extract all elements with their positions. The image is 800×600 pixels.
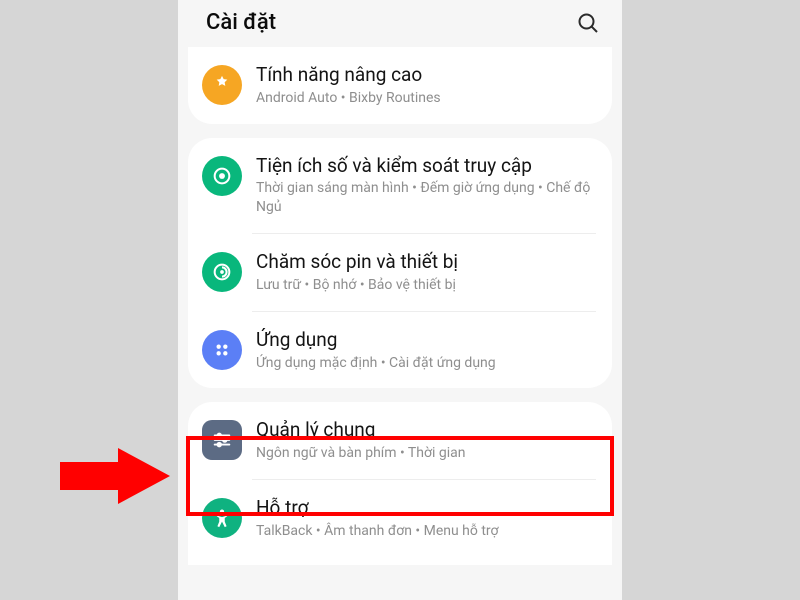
settings-group: Tính năng nâng cao Android Auto • Bixby … [188,47,612,124]
apps-icon [202,330,242,370]
row-subtitle: Lưu trữ • Bộ nhớ • Bảo vệ thiết bị [256,276,594,295]
row-advanced-features[interactable]: Tính năng nâng cao Android Auto • Bixby … [188,47,612,124]
page-title: Cài đặt [206,10,276,35]
settings-screen: Cài đặt Tính năng nâng cao Android Auto … [178,0,622,600]
row-subtitle: TalkBack • Âm thanh đơn • Menu hỗ trợ [256,522,594,541]
settings-group: Tiện ích số và kiểm soát truy cập Thời g… [188,138,612,389]
row-text: Quản lý chung Ngôn ngữ và bàn phím • Thờ… [256,418,594,463]
row-apps[interactable]: Ứng dụng Ứng dụng mặc định • Cài đặt ứng… [188,312,612,389]
row-subtitle: Android Auto • Bixby Routines [256,89,594,108]
wellbeing-icon [202,156,242,196]
row-title: Quản lý chung [256,418,594,442]
accessibility-icon [202,498,242,538]
row-title: Tính năng nâng cao [256,63,594,87]
row-device-care[interactable]: Chăm sóc pin và thiết bị Lưu trữ • Bộ nh… [188,234,612,311]
row-text: Ứng dụng Ứng dụng mặc định • Cài đặt ứng… [256,328,594,373]
settings-group: Quản lý chung Ngôn ngữ và bàn phím • Thờ… [188,402,612,564]
row-accessibility[interactable]: Hỗ trợ TalkBack • Âm thanh đơn • Menu hỗ… [188,480,612,557]
row-subtitle: Thời gian sáng màn hình • Đếm giờ ứng dụ… [256,179,594,217]
row-text: Tính năng nâng cao Android Auto • Bixby … [256,63,594,108]
row-text: Chăm sóc pin và thiết bị Lưu trữ • Bộ nh… [256,250,594,295]
row-digital-wellbeing[interactable]: Tiện ích số và kiểm soát truy cập Thời g… [188,138,612,234]
row-title: Chăm sóc pin và thiết bị [256,250,594,274]
row-title: Ứng dụng [256,328,594,352]
row-title: Hỗ trợ [256,496,594,520]
annotation-arrow-icon [60,448,170,504]
general-management-icon [202,420,242,460]
advanced-icon [202,65,242,105]
row-general-management[interactable]: Quản lý chung Ngôn ngữ và bàn phím • Thờ… [188,402,612,479]
row-subtitle: Ngôn ngữ và bàn phím • Thời gian [256,444,594,463]
device-care-icon [202,252,242,292]
row-title: Tiện ích số và kiểm soát truy cập [256,154,594,178]
row-subtitle: Ứng dụng mặc định • Cài đặt ứng dụng [256,354,594,373]
row-text: Tiện ích số và kiểm soát truy cập Thời g… [256,154,594,218]
header: Cài đặt [178,0,622,47]
row-text: Hỗ trợ TalkBack • Âm thanh đơn • Menu hỗ… [256,496,594,541]
search-icon[interactable] [576,11,600,35]
